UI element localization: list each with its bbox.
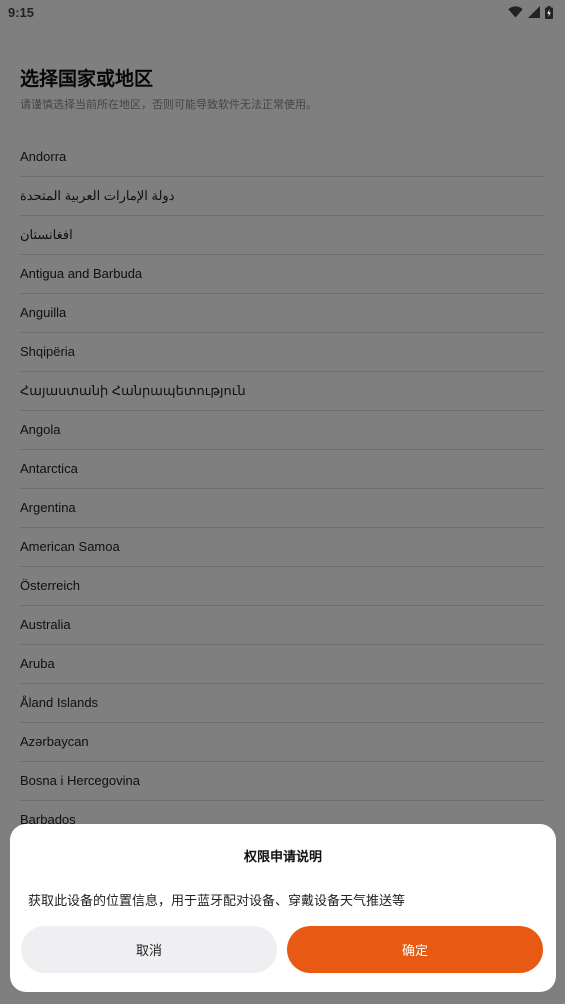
cellular-signal-icon bbox=[528, 6, 540, 18]
status-bar: 9:15 bbox=[0, 0, 565, 24]
confirm-button[interactable]: 确定 bbox=[287, 926, 543, 973]
wifi-icon bbox=[508, 6, 523, 18]
battery-icon bbox=[545, 5, 553, 19]
cancel-button[interactable]: 取消 bbox=[21, 926, 277, 973]
permission-dialog: 权限申请说明 获取此设备的位置信息，用于蓝牙配对设备、穿戴设备天气推送等 取消 … bbox=[10, 824, 556, 992]
dialog-title: 权限申请说明 bbox=[243, 850, 322, 865]
status-icons bbox=[508, 5, 553, 19]
status-time: 9:15 bbox=[8, 4, 35, 20]
dialog-message: 获取此设备的位置信息，用于蓝牙配对设备、穿戴设备天气推送等 bbox=[28, 894, 406, 909]
